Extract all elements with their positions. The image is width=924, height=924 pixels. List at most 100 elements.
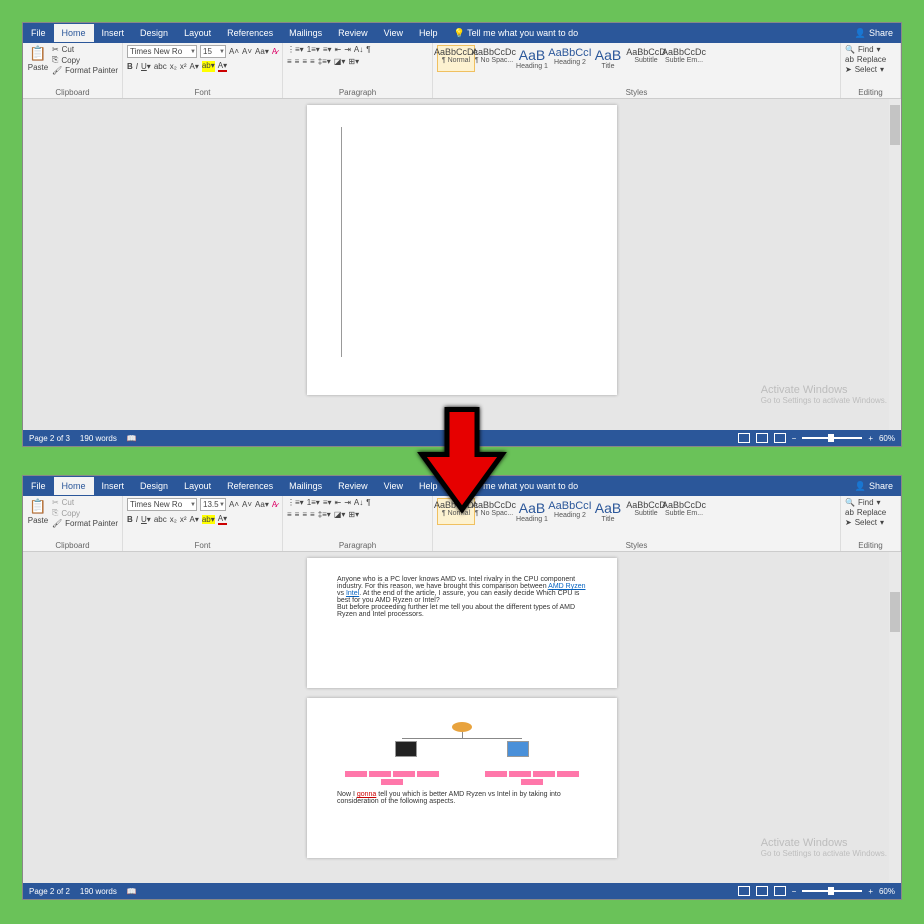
text-effects-button[interactable]: A▾ xyxy=(190,62,199,71)
style-title[interactable]: AaBTitle xyxy=(589,45,627,72)
grow-font-button[interactable]: A˄ xyxy=(229,47,239,56)
font-name-combo[interactable]: Times New Ro▼ xyxy=(127,45,197,58)
zoom-slider[interactable] xyxy=(802,890,862,892)
scroll-thumb[interactable] xyxy=(890,105,900,145)
underline-button[interactable]: U▾ xyxy=(141,62,151,71)
grow-font-button[interactable]: A˄ xyxy=(229,500,239,509)
change-case-button[interactable]: Aa▾ xyxy=(255,500,269,509)
read-mode-button[interactable] xyxy=(738,433,750,443)
shading-button[interactable]: ◪▾ xyxy=(334,510,346,519)
bullets-button[interactable]: ⋮≡▾ xyxy=(287,45,304,54)
scroll-thumb[interactable] xyxy=(890,592,900,632)
style-subtleem[interactable]: AaBbCcDcSubtle Em... xyxy=(665,498,703,525)
tab-references[interactable]: References xyxy=(219,24,281,42)
font-color-button[interactable]: A▾ xyxy=(218,514,227,525)
font-size-combo[interactable]: 15▼ xyxy=(200,45,226,58)
increase-indent-button[interactable]: ⇥ xyxy=(344,498,351,507)
tab-file[interactable]: File xyxy=(23,477,54,495)
paste-button[interactable]: 📋 Paste xyxy=(27,498,49,525)
bold-button[interactable]: B xyxy=(127,62,133,71)
replace-button[interactable]: abReplace xyxy=(845,55,886,64)
tab-help[interactable]: Help xyxy=(411,24,446,42)
tab-insert[interactable]: Insert xyxy=(94,24,133,42)
justify-button[interactable]: ≡ xyxy=(310,57,315,66)
link-amd[interactable]: AMD Ryzen xyxy=(548,583,585,590)
style-subtleem[interactable]: AaBbCcDcSubtle Em... xyxy=(665,45,703,72)
tab-home[interactable]: Home xyxy=(54,477,94,495)
zoom-out-button[interactable]: − xyxy=(792,434,797,443)
tab-design[interactable]: Design xyxy=(132,477,176,495)
style-subtitle[interactable]: AaBbCcDSubtitle xyxy=(627,45,665,72)
share-button[interactable]: 👤Share xyxy=(855,481,901,492)
line-spacing-button[interactable]: ‡≡▾ xyxy=(318,510,331,519)
print-layout-button[interactable] xyxy=(756,886,768,896)
cut-button[interactable]: ✂Cut xyxy=(52,45,118,54)
zoom-in-button[interactable]: + xyxy=(868,887,873,896)
word-count[interactable]: 190 words xyxy=(80,434,117,443)
borders-button[interactable]: ⊞▾ xyxy=(348,510,359,519)
shading-button[interactable]: ◪▾ xyxy=(334,57,346,66)
multilevel-button[interactable]: ≡▾ xyxy=(323,498,332,507)
tab-mailings[interactable]: Mailings xyxy=(281,24,330,42)
tab-insert[interactable]: Insert xyxy=(94,477,133,495)
tab-view[interactable]: View xyxy=(376,24,411,42)
blank-page[interactable] xyxy=(307,105,617,395)
increase-indent-button[interactable]: ⇥ xyxy=(344,45,351,54)
show-marks-button[interactable]: ¶ xyxy=(366,45,370,54)
link-intel[interactable]: Intel xyxy=(346,590,359,597)
tell-me[interactable]: 💡 Tell me what you want to do xyxy=(446,24,587,43)
line-spacing-button[interactable]: ‡≡▾ xyxy=(318,57,331,66)
style-title[interactable]: AaBTitle xyxy=(589,498,627,525)
decrease-indent-button[interactable]: ⇤ xyxy=(335,498,342,507)
vertical-scrollbar[interactable] xyxy=(889,552,901,883)
decrease-indent-button[interactable]: ⇤ xyxy=(335,45,342,54)
font-size-combo[interactable]: 13.5▼ xyxy=(200,498,226,511)
spellcheck-icon[interactable]: 📖 xyxy=(127,887,137,896)
replace-button[interactable]: abReplace xyxy=(845,508,886,517)
format-painter-button[interactable]: 🖌Format Painter xyxy=(52,66,118,75)
tab-mailings[interactable]: Mailings xyxy=(281,477,330,495)
subscript-button[interactable]: x₂ xyxy=(170,515,177,524)
style-nospacing[interactable]: AaBbCcDc¶ No Spac... xyxy=(475,45,513,72)
format-painter-button[interactable]: 🖌Format Painter xyxy=(52,519,118,528)
page-diagram[interactable]: Now I gonna tell you which is better AMD… xyxy=(307,698,617,858)
tab-file[interactable]: File xyxy=(23,24,54,42)
paste-button[interactable]: 📋 Paste xyxy=(27,45,49,72)
select-button[interactable]: ➤Select▾ xyxy=(845,518,884,527)
word-count[interactable]: 190 words xyxy=(80,887,117,896)
justify-button[interactable]: ≡ xyxy=(310,510,315,519)
tab-layout[interactable]: Layout xyxy=(176,477,219,495)
print-layout-button[interactable] xyxy=(756,433,768,443)
shrink-font-button[interactable]: A˅ xyxy=(242,47,252,56)
tab-view[interactable]: View xyxy=(376,477,411,495)
sort-button[interactable]: A↓ xyxy=(354,498,363,507)
tab-home[interactable]: Home xyxy=(54,24,94,42)
align-right-button[interactable]: ≡ xyxy=(302,57,307,66)
find-button[interactable]: 🔍Find▾ xyxy=(845,498,881,507)
align-left-button[interactable]: ≡ xyxy=(287,57,292,66)
find-button[interactable]: 🔍Find▾ xyxy=(845,45,881,54)
zoom-level[interactable]: 60% xyxy=(879,434,895,443)
web-layout-button[interactable] xyxy=(774,433,786,443)
tab-design[interactable]: Design xyxy=(132,24,176,42)
copy-button[interactable]: ⎘Copy xyxy=(52,55,118,65)
align-right-button[interactable]: ≡ xyxy=(302,510,307,519)
page-indicator[interactable]: Page 2 of 2 xyxy=(29,887,70,896)
page-text[interactable]: Anyone who is a PC lover knows AMD vs. I… xyxy=(307,558,617,688)
zoom-in-button[interactable]: + xyxy=(868,434,873,443)
clear-formatting-button[interactable]: A̷ xyxy=(272,500,277,509)
style-heading1[interactable]: AaBHeading 1 xyxy=(513,45,551,72)
clear-formatting-button[interactable]: A̷ xyxy=(272,47,277,56)
italic-button[interactable]: I xyxy=(136,515,138,524)
font-color-button[interactable]: A▾ xyxy=(218,61,227,72)
read-mode-button[interactable] xyxy=(738,886,750,896)
show-marks-button[interactable]: ¶ xyxy=(366,498,370,507)
vertical-scrollbar[interactable] xyxy=(889,99,901,430)
document-area[interactable]: Activate Windows Go to Settings to activ… xyxy=(23,99,901,430)
font-name-combo[interactable]: Times New Ro▼ xyxy=(127,498,197,511)
change-case-button[interactable]: Aa▾ xyxy=(255,47,269,56)
tab-references[interactable]: References xyxy=(219,477,281,495)
web-layout-button[interactable] xyxy=(774,886,786,896)
spellcheck-icon[interactable]: 📖 xyxy=(127,434,137,443)
page-indicator[interactable]: Page 2 of 3 xyxy=(29,434,70,443)
